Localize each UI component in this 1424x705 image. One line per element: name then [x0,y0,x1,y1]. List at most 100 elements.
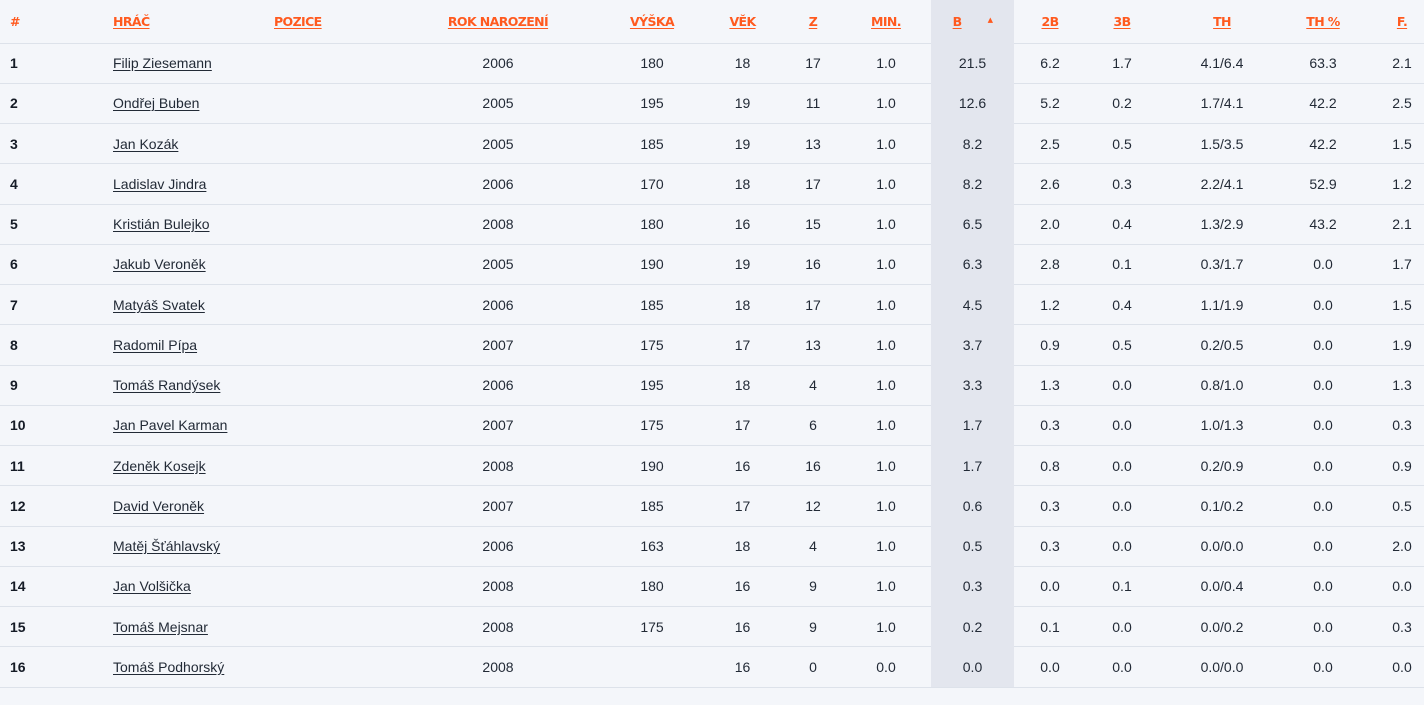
position-cell [274,203,392,245]
minutes-cell: 1.0 [841,82,931,124]
three-pointers-cell: 0.0 [1086,646,1158,688]
height-cell: 180 [604,42,700,84]
rank-cell: 8 [0,324,40,365]
two-pointers-cell: 0.3 [1014,404,1086,446]
rank-cell: 14 [0,565,40,607]
column-header-minutes[interactable]: MIN. [841,0,931,43]
free-throws-cell: 0.0/0.0 [1158,525,1286,567]
column-header-age[interactable]: VĚK [700,0,785,43]
two-pointers-cell: 1.2 [1014,283,1086,325]
column-header-points[interactable]: B ▲ [931,0,1014,43]
position-cell [274,163,392,204]
player-name-link[interactable]: Jan Kozák [113,136,178,152]
player-cell: Jan Volšička [40,565,274,607]
column-header-fouls[interactable]: F. [1360,0,1424,43]
player-name-link[interactable]: David Veroněk [113,498,204,514]
rank-cell: 7 [0,283,40,325]
column-header-position[interactable]: POZICE [274,0,392,43]
position-cell [274,565,392,607]
table-row: 12 David Veroněk 2007 185 17 12 1.0 0.6 … [0,485,1424,526]
player-name-link[interactable]: Ondřej Buben [113,95,199,111]
two-pointers-cell: 0.0 [1014,646,1086,688]
birth-year-cell: 2008 [392,646,604,688]
fouls-cell: 0.9 [1360,444,1424,486]
games-cell: 13 [785,324,841,365]
games-cell: 9 [785,565,841,607]
birth-year-cell: 2006 [392,42,604,84]
player-name-link[interactable]: Matěj Šťáhlavský [113,538,220,554]
games-cell: 6 [785,404,841,446]
column-header-two-pointers[interactable]: 2B [1014,0,1086,43]
player-cell: Matěj Šťáhlavský [40,525,274,567]
player-name-link[interactable]: Tomáš Mejsnar [113,619,208,635]
free-throw-pct-cell: 42.2 [1286,122,1360,164]
games-cell: 9 [785,605,841,647]
three-pointers-cell: 0.0 [1086,404,1158,446]
table-row: 6 Jakub Veroněk 2005 190 19 16 1.0 6.3 2… [0,243,1424,285]
minutes-cell: 1.0 [841,364,931,406]
rank-cell: 13 [0,525,40,567]
player-cell: Jan Pavel Karman [40,404,274,446]
points-cell: 3.7 [931,324,1014,365]
points-cell: 0.3 [931,565,1014,607]
player-name-link[interactable]: Jan Pavel Karman [113,417,227,433]
position-cell [274,404,392,446]
age-cell: 19 [700,82,785,124]
player-name-link[interactable]: Jan Volšička [113,578,191,594]
rank-cell: 10 [0,404,40,446]
games-cell: 4 [785,364,841,406]
games-cell: 12 [785,485,841,526]
points-cell: 3.3 [931,364,1014,406]
two-pointers-cell: 0.8 [1014,444,1086,486]
height-cell: 190 [604,243,700,285]
player-name-link[interactable]: Tomáš Randýsek [113,377,220,393]
table-row: 14 Jan Volšička 2008 180 16 9 1.0 0.3 0.… [0,565,1424,607]
column-header-player[interactable]: HRÁČ [40,0,274,43]
free-throws-cell: 1.1/1.9 [1158,283,1286,325]
birth-year-cell: 2005 [392,122,604,164]
column-header-games[interactable]: Z [785,0,841,43]
column-header-height[interactable]: VÝŠKA [604,0,700,43]
player-name-link[interactable]: Jakub Veroněk [113,256,206,272]
games-cell: 17 [785,42,841,84]
fouls-cell: 1.3 [1360,364,1424,406]
player-name-link[interactable]: Filip Ziesemann [113,55,212,71]
free-throws-cell: 1.7/4.1 [1158,82,1286,124]
points-cell: 6.3 [931,243,1014,285]
two-pointers-cell: 1.3 [1014,364,1086,406]
birth-year-cell: 2008 [392,444,604,486]
table-row: 1 Filip Ziesemann 2006 180 18 17 1.0 21.… [0,42,1424,84]
player-name-link[interactable]: Tomáš Podhorský [113,659,224,675]
free-throws-cell: 0.1/0.2 [1158,485,1286,526]
rank-cell: 12 [0,485,40,526]
points-cell: 8.2 [931,122,1014,164]
column-header-birth-year[interactable]: ROK NAROZENÍ [392,0,604,43]
column-header-free-throw-pct[interactable]: TH % [1286,0,1360,43]
three-pointers-cell: 0.1 [1086,565,1158,607]
three-pointers-cell: 0.3 [1086,163,1158,204]
free-throws-cell: 0.0/0.4 [1158,565,1286,607]
table-header-row: # HRÁČ POZICE ROK NAROZENÍ VÝŠKA VĚK Z M… [0,0,1424,43]
table-row: 10 Jan Pavel Karman 2007 175 17 6 1.0 1.… [0,404,1424,446]
player-name-link[interactable]: Matyáš Svatek [113,297,205,313]
three-pointers-cell: 0.5 [1086,122,1158,164]
points-cell: 1.7 [931,404,1014,446]
column-header-free-throws[interactable]: TH [1158,0,1286,43]
player-name-link[interactable]: Radomil Pípa [113,337,197,353]
player-name-link[interactable]: Zdeněk Kosejk [113,458,206,474]
table-row: 8 Radomil Pípa 2007 175 17 13 1.0 3.7 0.… [0,324,1424,365]
rank-cell: 1 [0,42,40,84]
age-cell: 17 [700,404,785,446]
player-name-link[interactable]: Kristián Bulejko [113,216,210,232]
games-cell: 0 [785,646,841,688]
fouls-cell: 2.1 [1360,203,1424,245]
position-cell [274,122,392,164]
player-name-link[interactable]: Ladislav Jindra [113,176,206,192]
birth-year-cell: 2008 [392,605,604,647]
height-cell: 175 [604,605,700,647]
column-header-three-pointers[interactable]: 3B [1086,0,1158,43]
minutes-cell: 1.0 [841,283,931,325]
games-cell: 17 [785,163,841,204]
three-pointers-cell: 0.0 [1086,485,1158,526]
position-cell [274,605,392,647]
